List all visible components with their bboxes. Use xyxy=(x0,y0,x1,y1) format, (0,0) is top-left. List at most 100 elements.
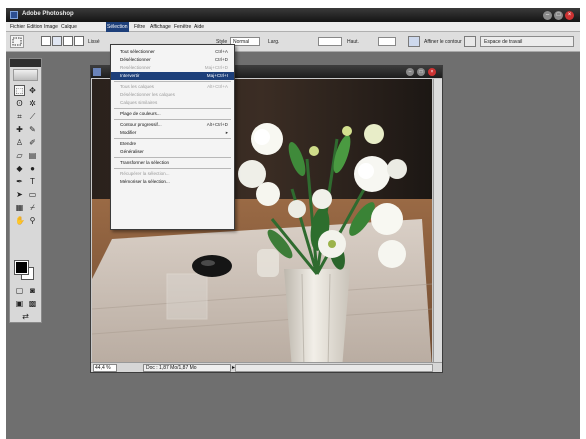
workspace-button[interactable]: Espace de travail xyxy=(480,36,574,47)
menu-item-shortcut: Maj+Ctrl+I xyxy=(206,73,228,78)
toolbox: ⬚ ✥ ʘ ✲ ⌗ ⟋ ✚ ✎ ♙ ✐ ▱ ▤ ◆ ● ✒ T ➤ ▭ ▦ ⌿ … xyxy=(9,58,42,323)
menu-item-deselectionner-les-calques: Désélectionner les calques xyxy=(111,91,234,99)
menu-separator xyxy=(114,81,231,82)
menu-item-transformer-la-selection[interactable]: Transformer la sélection xyxy=(111,159,234,167)
menu-item-contour-progressif[interactable]: Contour progressif... Alt+Ctrl+D xyxy=(111,121,234,129)
foreground-color-swatch[interactable] xyxy=(14,260,29,275)
gradient-tool-icon[interactable]: ▤ xyxy=(27,150,38,161)
submenu-arrow-icon: ▸ xyxy=(225,130,228,135)
quick-mask-icon[interactable]: ◙ xyxy=(27,285,38,296)
menu-item-calques-similaires: Calques similaires xyxy=(111,99,234,107)
hand-tool-icon[interactable]: ✋ xyxy=(14,215,25,226)
menu-affichage[interactable]: Affichage xyxy=(150,24,171,30)
menu-item-label: Généraliser xyxy=(120,149,144,154)
history-brush-icon[interactable]: ✐ xyxy=(27,137,38,148)
new-selection-icon[interactable] xyxy=(41,36,51,46)
marquee-tool-icon[interactable]: ⬚ xyxy=(14,85,25,96)
menu-item-reselectionner: Resélectionner Maj+Ctrl+D xyxy=(111,64,234,72)
menu-item-label: Modifier xyxy=(120,130,137,135)
menu-separator xyxy=(114,138,231,139)
marquee-tool-icon xyxy=(12,37,22,46)
refine-edge-icon[interactable] xyxy=(408,36,420,47)
magic-wand-tool-icon[interactable]: ✲ xyxy=(27,98,38,109)
menu-item-shortcut: Ctrl+A xyxy=(215,49,228,54)
menu-edition[interactable]: Edition xyxy=(27,24,42,30)
menu-bar: Fichier Edition Image Calque Sélection F… xyxy=(6,22,580,32)
refine-edge-label[interactable]: Affiner le contour xyxy=(424,39,462,45)
eyedropper-tool-icon[interactable]: ⌿ xyxy=(27,202,38,213)
add-selection-icon[interactable] xyxy=(52,36,62,46)
antialias-label: Lissé xyxy=(88,39,100,45)
height-field[interactable] xyxy=(378,37,396,46)
menu-item-label: Plage de couleurs... xyxy=(120,111,161,116)
menu-item-generaliser[interactable]: Généraliser xyxy=(111,148,234,156)
menu-item-plage-de-couleurs[interactable]: Plage de couleurs... xyxy=(111,110,234,118)
brushes-palette-icon[interactable] xyxy=(464,36,476,47)
photoshop-window: Adobe Photoshop – □ × Fichier Edition Im… xyxy=(6,8,580,439)
menu-item-intervertir[interactable]: Intervertir Maj+Ctrl+I xyxy=(111,72,234,80)
menu-item-shortcut: Alt+Ctrl+D xyxy=(206,122,228,127)
shape-tool-icon[interactable]: ▭ xyxy=(27,189,38,200)
menu-item-label: Etendre xyxy=(120,141,137,146)
menu-calque[interactable]: Calque xyxy=(61,24,77,30)
subtract-selection-icon[interactable] xyxy=(63,36,73,46)
crop-tool-icon[interactable]: ⌗ xyxy=(14,111,25,122)
doc-close-icon[interactable]: × xyxy=(428,68,436,76)
menu-item-label: Calques similaires xyxy=(120,100,158,105)
menu-aide[interactable]: Aide xyxy=(194,24,204,30)
close-icon[interactable]: × xyxy=(565,11,574,20)
menu-item-label: Resélectionner xyxy=(120,65,151,70)
notes-tool-icon[interactable]: ▦ xyxy=(14,202,25,213)
blur-tool-icon[interactable]: ◆ xyxy=(14,163,25,174)
clone-stamp-icon[interactable]: ♙ xyxy=(14,137,25,148)
brush-tool-icon[interactable]: ✎ xyxy=(27,124,38,135)
doc-maximize-icon[interactable]: □ xyxy=(417,68,425,76)
minimize-icon[interactable]: – xyxy=(543,11,552,20)
menu-item-label: Intervertir xyxy=(120,73,140,78)
menu-separator xyxy=(114,157,231,158)
menu-item-modifier[interactable]: Modifier ▸ xyxy=(111,129,234,137)
menu-item-label: Désélectionner les calques xyxy=(120,92,175,97)
menu-separator xyxy=(114,119,231,120)
menu-selection[interactable]: Sélection xyxy=(106,22,129,32)
screen-mode-full-icon[interactable]: ▩ xyxy=(27,298,38,309)
zoom-tool-icon[interactable]: ⚲ xyxy=(27,215,38,226)
type-tool-icon[interactable]: T xyxy=(27,176,38,187)
lasso-tool-icon[interactable]: ʘ xyxy=(14,98,25,109)
imageready-jump-icon[interactable]: ⇄ xyxy=(20,311,31,322)
move-tool-icon[interactable]: ✥ xyxy=(27,85,38,96)
menu-separator xyxy=(114,168,231,169)
slice-tool-icon[interactable]: ⟋ xyxy=(27,111,38,122)
menu-fichier[interactable]: Fichier xyxy=(10,24,25,30)
maximize-icon[interactable]: □ xyxy=(554,11,563,20)
menu-filtre[interactable]: Filtre xyxy=(134,24,145,30)
screen-mode-standard-icon[interactable]: ▣ xyxy=(14,298,25,309)
horizontal-scrollbar[interactable] xyxy=(235,364,433,372)
selection-menu-dropdown: Tout sélectionner Ctrl+A Désélectionner Ctr… xyxy=(110,44,235,230)
app-title: Adobe Photoshop xyxy=(22,11,74,17)
zoom-level-field[interactable]: 44,4 % xyxy=(93,364,117,372)
menu-item-label: Contour progressif... xyxy=(120,122,162,127)
title-bar: Adobe Photoshop – □ × xyxy=(6,8,580,22)
eraser-tool-icon[interactable]: ▱ xyxy=(14,150,25,161)
menu-item-deselectionner[interactable]: Désélectionner Ctrl+D xyxy=(111,56,234,64)
photoshop-feather-icon xyxy=(13,69,38,81)
menu-item-memoriser-la-selection[interactable]: Mémoriser la sélection... xyxy=(111,178,234,186)
pen-tool-icon[interactable]: ✒ xyxy=(14,176,25,187)
path-selection-icon[interactable]: ➤ xyxy=(14,189,25,200)
intersect-selection-icon[interactable] xyxy=(74,36,84,46)
tool-preset-picker[interactable] xyxy=(10,35,24,48)
document-size-readout: Doc : 1,87 Mo/1,87 Mo xyxy=(143,364,231,372)
healing-brush-icon[interactable]: ✚ xyxy=(14,124,25,135)
menu-item-recuperer-la-selection: Récupérer la sélection... xyxy=(111,170,234,178)
menu-fenetre[interactable]: Fenêtre xyxy=(174,24,191,30)
doc-minimize-icon[interactable]: – xyxy=(406,68,414,76)
vertical-scrollbar[interactable] xyxy=(433,79,442,369)
standard-mode-icon[interactable]: ▢ xyxy=(14,285,25,296)
dodge-tool-icon[interactable]: ● xyxy=(27,163,38,174)
width-field[interactable] xyxy=(318,37,342,46)
menu-item-shortcut: Maj+Ctrl+D xyxy=(204,65,228,70)
menu-image[interactable]: Image xyxy=(44,24,58,30)
menu-item-tout-selectionner[interactable]: Tout sélectionner Ctrl+A xyxy=(111,48,234,56)
menu-item-etendre[interactable]: Etendre xyxy=(111,140,234,148)
